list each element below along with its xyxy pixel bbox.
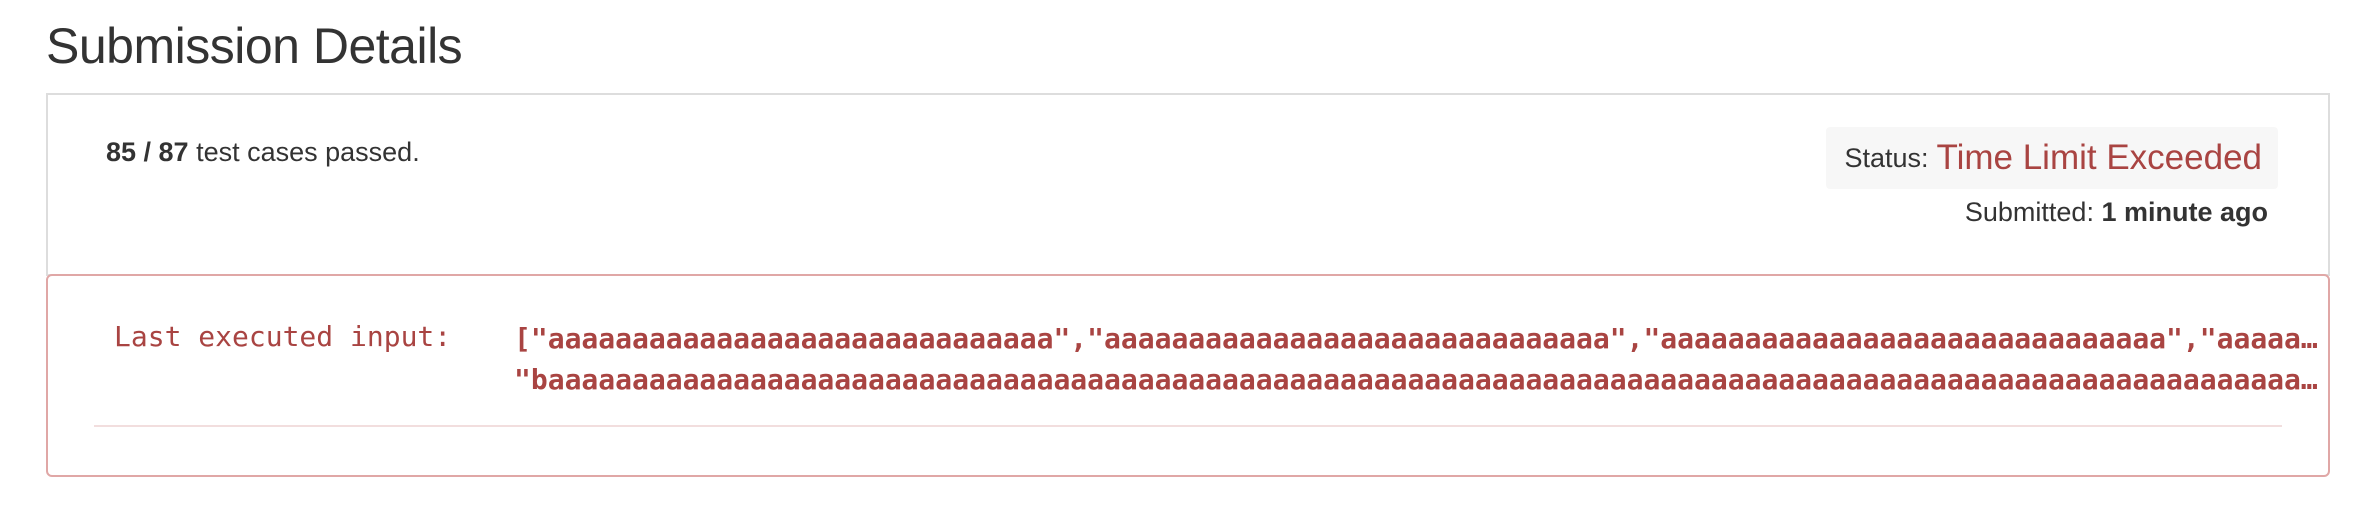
submission-summary-panel: 85 / 87 test cases passed. Status: Time … <box>46 93 2330 276</box>
page-title: Submission Details <box>46 18 463 74</box>
passed-suffix: test cases passed. <box>188 137 420 167</box>
divider <box>94 425 2282 427</box>
test-cases-passed: 85 / 87 test cases passed. <box>106 135 420 169</box>
status-box: Status: Time Limit Exceeded <box>1826 127 2278 189</box>
submission-page: Submission Details 85 / 87 test cases pa… <box>0 0 2362 520</box>
status-value: Time Limit Exceeded <box>1936 138 2263 177</box>
last-input-label: Last executed input: <box>114 320 452 353</box>
status-label: Status: <box>1844 142 1929 173</box>
last-input-value[interactable]: ["aaaaaaaaaaaaaaaaaaaaaaaaaaaaaa","aaaaa… <box>514 318 2318 400</box>
last-input-panel: Last executed input: ["aaaaaaaaaaaaaaaaa… <box>46 274 2330 477</box>
submitted-time: Submitted: 1 minute ago <box>1965 195 2268 229</box>
submitted-label: Submitted: <box>1964 197 2094 227</box>
last-input-line-2: "baaaaaaaaaaaaaaaaaaaaaaaaaaaaaaaaaaaaaa… <box>514 363 2318 396</box>
submitted-value: 1 minute ago <box>2101 197 2268 227</box>
passed-count: 85 / 87 <box>106 137 189 167</box>
last-input-line-1: ["aaaaaaaaaaaaaaaaaaaaaaaaaaaaaa","aaaaa… <box>514 322 2318 355</box>
